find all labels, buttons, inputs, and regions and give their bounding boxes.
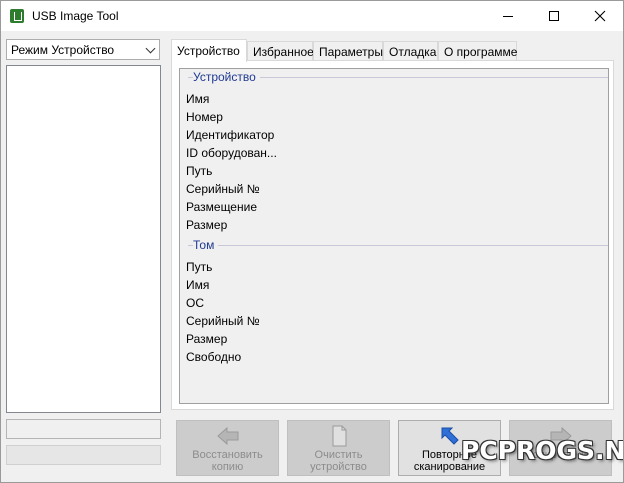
title-bar: USB Image Tool xyxy=(1,1,623,31)
status-field-1 xyxy=(6,419,161,439)
minimize-button[interactable] xyxy=(485,1,531,31)
app-window: USB Image Tool Режим Устройство Устройст… xyxy=(0,0,624,483)
mode-select[interactable]: Режим Устройство xyxy=(6,39,160,60)
tab-settings[interactable]: Параметры xyxy=(313,41,383,61)
progress-bar xyxy=(6,445,161,465)
window-title: USB Image Tool xyxy=(32,9,119,23)
restore-label: Восстановить копию xyxy=(192,449,263,473)
field-label: Размер xyxy=(186,218,228,232)
clear-device-label: Очистить устройство xyxy=(310,449,367,473)
refresh-arrow-icon xyxy=(441,427,459,445)
field-label: Серийный № xyxy=(186,182,260,196)
arrow-left-icon xyxy=(217,426,239,446)
tab-panel-device: Устройство Имя Номер Идентификатор ID об… xyxy=(171,60,614,410)
field-label: Имя xyxy=(186,278,210,292)
field-label: Размер xyxy=(186,332,228,346)
field-label: Имя xyxy=(186,92,210,106)
field-label: Идентификатор xyxy=(186,128,275,142)
field-label: Путь xyxy=(186,260,213,274)
field-label: ID оборудован... xyxy=(186,146,277,160)
restore-button[interactable]: Восстановить копию xyxy=(176,420,279,476)
maximize-button[interactable] xyxy=(531,1,577,31)
field-label: Размещение xyxy=(186,200,257,214)
minimize-icon xyxy=(503,15,513,17)
device-list[interactable] xyxy=(6,65,161,413)
volume-group-title: Том xyxy=(193,238,219,252)
maximize-icon xyxy=(549,11,559,21)
field-label: Свободно xyxy=(186,350,242,364)
document-icon xyxy=(332,425,347,447)
close-button[interactable] xyxy=(577,1,623,31)
tab-about[interactable]: О программе xyxy=(438,41,517,61)
usb-image-tool-icon xyxy=(10,9,24,23)
close-icon xyxy=(594,10,606,22)
device-group-title: Устройство xyxy=(193,70,260,84)
chevron-down-icon xyxy=(145,43,156,54)
watermark: PCPROGS.NET xyxy=(461,436,624,465)
volume-group-divider xyxy=(188,245,608,246)
tab-favorites[interactable]: Избранное xyxy=(247,41,314,61)
clear-device-button[interactable]: Очистить устройство xyxy=(287,420,390,476)
device-info-panel: Устройство Имя Номер Идентификатор ID об… xyxy=(179,68,609,404)
field-label: Номер xyxy=(186,110,223,124)
field-label: Путь xyxy=(186,164,213,178)
mode-select-value: Режим Устройство xyxy=(11,43,115,57)
tab-device[interactable]: Устройство xyxy=(171,39,247,62)
tab-debug[interactable]: Отладка xyxy=(383,41,438,61)
field-label: ОС xyxy=(186,296,204,310)
field-label: Серийный № xyxy=(186,314,260,328)
